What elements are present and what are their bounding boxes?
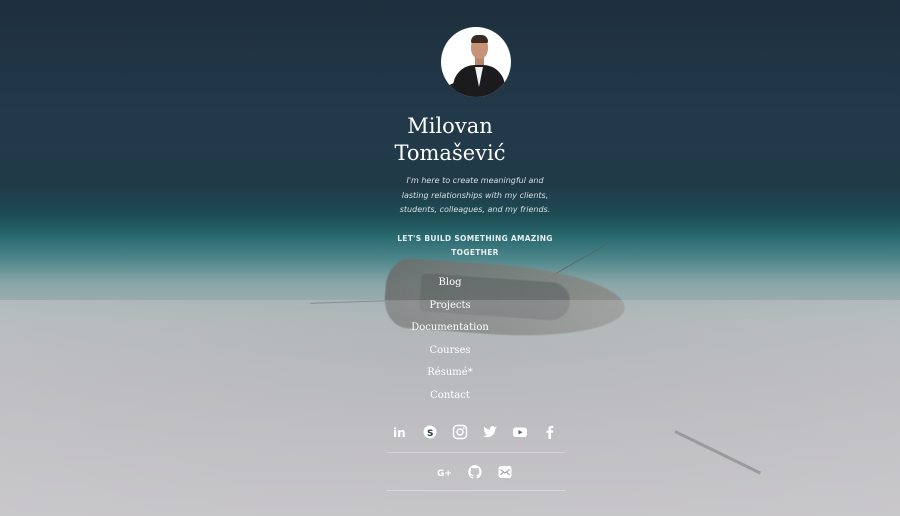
social-links-primary: in S bbox=[385, 424, 565, 440]
facebook-icon[interactable] bbox=[542, 424, 558, 440]
nav-link-courses[interactable]: Courses bbox=[429, 345, 470, 356]
avatar bbox=[441, 27, 511, 97]
nav-link-documentation[interactable]: Documentation bbox=[411, 322, 489, 333]
main-nav: Blog Projects Documentation Courses Résu… bbox=[0, 272, 900, 407]
nav-link-resume[interactable]: Résumé* bbox=[427, 367, 472, 378]
twitter-icon[interactable] bbox=[482, 424, 498, 440]
skype-icon[interactable]: S bbox=[422, 424, 438, 440]
svg-text:G+: G+ bbox=[437, 469, 452, 479]
divider bbox=[387, 490, 565, 491]
nav-link-blog[interactable]: Blog bbox=[439, 277, 462, 288]
email-icon[interactable] bbox=[497, 464, 513, 480]
nav-link-contact[interactable]: Contact bbox=[430, 390, 470, 401]
profile-name-last: Tomašević bbox=[394, 141, 506, 165]
call-to-action: LET'S BUILD SOMETHING AMAZING TOGETHER bbox=[397, 234, 553, 257]
profile-tagline: I'm here to create meaningful and lastin… bbox=[399, 176, 551, 214]
svg-text:S: S bbox=[427, 429, 433, 439]
github-icon[interactable] bbox=[467, 464, 483, 480]
nav-link-projects[interactable]: Projects bbox=[429, 300, 470, 311]
social-links-secondary: G+ bbox=[385, 464, 565, 480]
linkedin-icon[interactable]: in bbox=[392, 424, 408, 440]
youtube-icon[interactable] bbox=[512, 424, 528, 440]
divider bbox=[387, 452, 565, 453]
svg-text:in: in bbox=[393, 426, 406, 440]
google-plus-icon[interactable]: G+ bbox=[437, 464, 453, 480]
profile-name-first: Milovan bbox=[407, 114, 493, 138]
instagram-icon[interactable] bbox=[452, 424, 468, 440]
